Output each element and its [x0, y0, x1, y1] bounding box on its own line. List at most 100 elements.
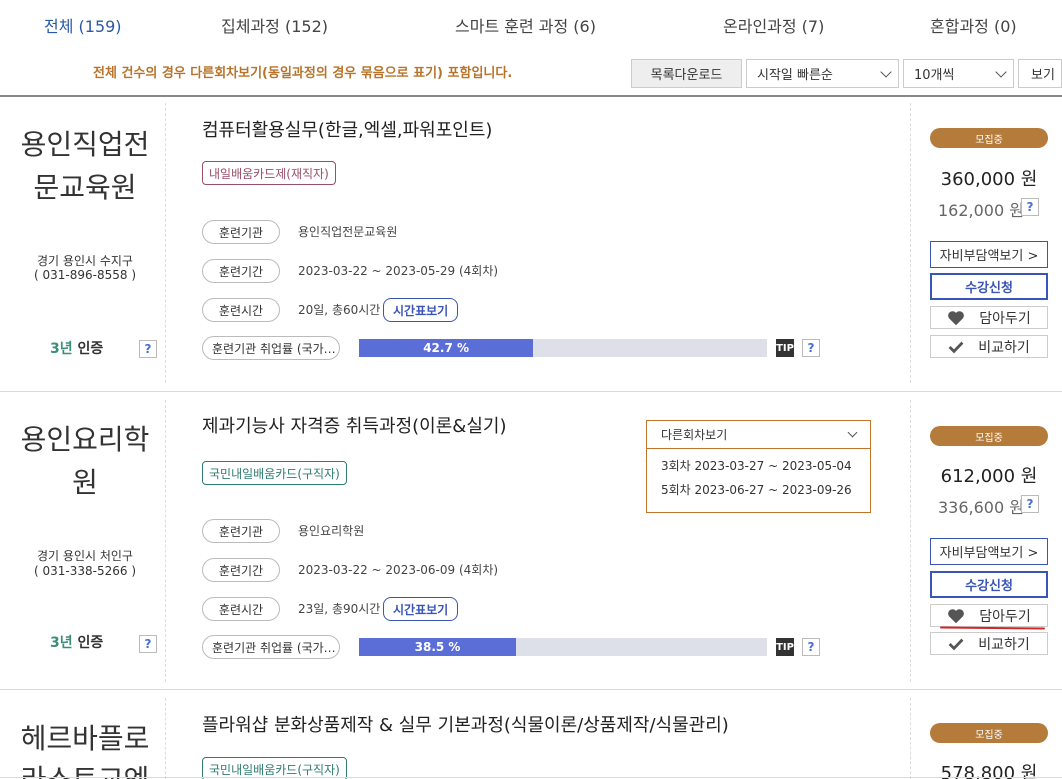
org-name[interactable]: 용인직업전 [0, 123, 170, 167]
compare-label: 비교하기 [978, 339, 1030, 356]
course-price: 360,000 원 [940, 169, 1038, 190]
course-title[interactable]: 플라워샵 분화상품제작 & 실무 기본과정(식물이론/상품제작/식물관리) [202, 711, 729, 737]
check-icon [948, 638, 964, 650]
compare-label: 비교하기 [978, 636, 1030, 653]
org-name-line2[interactable]: 라스트교엔 [0, 758, 170, 779]
org-phone: ( 031-338-5266 ) [34, 564, 136, 578]
other-rounds-dropdown[interactable]: 다른회차보기 3회차 2023-03-27 ~ 2023-05-04 5회차 2… [646, 420, 871, 513]
compare-button[interactable]: 비교하기 [930, 632, 1048, 655]
hours-value: 20일, 총60시간 [298, 303, 381, 317]
view-button[interactable]: 보기 [1018, 59, 1062, 88]
institution-value: 용인요리학원 [298, 524, 365, 538]
tab-all[interactable]: 전체 (159) [44, 13, 122, 37]
round-option[interactable]: 3회차 2023-03-27 ~ 2023-05-04 [647, 454, 870, 478]
hours-label: 훈련시간 [202, 597, 280, 621]
tab-online-course[interactable]: 온라인과정 (7) [723, 13, 824, 37]
org-name[interactable]: 헤르바플로 [0, 717, 170, 761]
wishlist-label: 담아두기 [979, 310, 1031, 327]
institution-label: 훈련기관 [202, 519, 280, 543]
certification-badge: 3년 인증 [50, 338, 103, 358]
org-name-line2[interactable]: 문교육원 [0, 166, 170, 210]
org-name[interactable]: 용인요리학 [0, 418, 170, 462]
course-price: 578,800 원 [940, 763, 1038, 779]
list-top-divider [0, 95, 1062, 97]
column-divider [910, 400, 911, 682]
chevron-down-icon [995, 66, 1007, 78]
card-type-tag: 국민내일배움카드(구직자) [202, 461, 347, 485]
category-tabs: 전체 (159) 집체과정 (152) 스마트 훈련 과정 (6) 온라인과정 … [0, 0, 1062, 48]
sort-select[interactable]: 시작일 빠른순 [746, 59, 899, 88]
sort-select-value: 시작일 빠른순 [757, 68, 833, 83]
wishlist-button[interactable]: 담아두기 [930, 306, 1048, 329]
tab-blended-course[interactable]: 혼합과정 (0) [930, 13, 1017, 37]
employment-help-button[interactable]: ? [802, 339, 820, 357]
tip-icon[interactable]: TIP [776, 339, 794, 357]
apply-button[interactable]: 수강신청 [930, 273, 1048, 300]
timetable-button[interactable]: 시간표보기 [383, 597, 459, 621]
price-help-button[interactable]: ? [1021, 495, 1039, 513]
self-pay-view-button[interactable]: 자비부담액보기 > [930, 241, 1048, 268]
wishlist-button[interactable]: 담아두기 [930, 604, 1048, 627]
self-pay-price: 162,000 원 [938, 201, 1024, 220]
employment-rate-bar: 38.5 % [359, 638, 767, 656]
status-badge: 모집중 [930, 128, 1048, 148]
self-pay-price: 336,600 원 [938, 498, 1024, 517]
employment-help-button[interactable]: ? [802, 638, 820, 656]
employment-label: 훈련기관 취업률 (국가… [202, 336, 340, 360]
count-notice: 전체 건수의 경우 다른회차보기(동일과정의 경우 묶음으로 표기) 포함입니다… [93, 66, 513, 81]
certification-badge: 3년 인증 [50, 632, 103, 652]
tab-group-course[interactable]: 집체과정 (152) [221, 13, 328, 37]
status-badge: 모집중 [930, 723, 1048, 743]
org-phone: ( 031-896-8558 ) [34, 268, 136, 282]
cert-label: 인증 [77, 635, 104, 651]
apply-button[interactable]: 수강신청 [930, 571, 1048, 598]
cert-help-button[interactable]: ? [139, 340, 157, 358]
compare-button[interactable]: 비교하기 [930, 335, 1048, 358]
employment-label: 훈련기관 취업률 (국가… [202, 635, 340, 659]
page-size-value: 10개씩 [914, 68, 955, 83]
column-divider [910, 698, 911, 779]
status-badge: 모집중 [930, 426, 1048, 446]
cert-label: 인증 [77, 341, 104, 357]
institution-label: 훈련기관 [202, 220, 280, 244]
course-title[interactable]: 컴퓨터활용실무(한글,엑셀,파워포인트) [202, 116, 492, 142]
period-value: 2023-03-22 ~ 2023-05-29 (4회차) [298, 264, 499, 278]
employment-rate-fill: 38.5 % [359, 638, 517, 656]
round-option[interactable]: 5회차 2023-06-27 ~ 2023-09-26 [647, 478, 870, 502]
chevron-down-icon [847, 427, 858, 438]
cert-years: 3년 [50, 635, 73, 651]
wishlist-label: 담아두기 [979, 608, 1031, 625]
tip-icon[interactable]: TIP [776, 638, 794, 656]
heart-icon [948, 310, 965, 325]
institution-value: 용인직업전문교육원 [298, 225, 398, 239]
list-download-button[interactable]: 목록다운로드 [631, 59, 742, 88]
column-divider [910, 103, 911, 383]
timetable-button[interactable]: 시간표보기 [383, 298, 459, 322]
heart-icon [948, 608, 965, 623]
page-size-select[interactable]: 10개씩 [903, 59, 1014, 88]
tab-smart-training[interactable]: 스마트 훈련 과정 (6) [455, 13, 596, 37]
red-underline-annotation [939, 626, 1046, 630]
other-rounds-header[interactable]: 다른회차보기 [647, 421, 870, 449]
chevron-down-icon [880, 66, 892, 78]
card-type-tag: 내일배움카드제(재직자) [202, 161, 336, 185]
hours-label: 훈련시간 [202, 298, 280, 322]
row-divider [0, 391, 1062, 392]
cert-help-button[interactable]: ? [139, 635, 157, 653]
other-rounds-label: 다른회차보기 [661, 428, 728, 442]
price-help-button[interactable]: ? [1021, 198, 1039, 216]
period-label: 훈련기간 [202, 558, 280, 582]
org-name-line2[interactable]: 원 [0, 461, 170, 505]
course-price: 612,000 원 [940, 466, 1038, 487]
course-title[interactable]: 제과기능사 자격증 취득과정(이론&실기) [202, 412, 506, 438]
employment-rate-bar: 42.7 % [359, 339, 767, 357]
employment-rate-fill: 42.7 % [359, 339, 534, 357]
card-type-tag: 국민내일배움카드(구직자) [202, 757, 347, 779]
period-value: 2023-03-22 ~ 2023-06-09 (4회차) [298, 563, 499, 577]
bottom-edge [0, 777, 1062, 778]
check-icon [948, 341, 964, 353]
self-pay-view-button[interactable]: 자비부담액보기 > [930, 538, 1048, 565]
cert-years: 3년 [50, 341, 73, 357]
hours-value: 23일, 총90시간 [298, 602, 381, 616]
row-divider [0, 689, 1062, 690]
